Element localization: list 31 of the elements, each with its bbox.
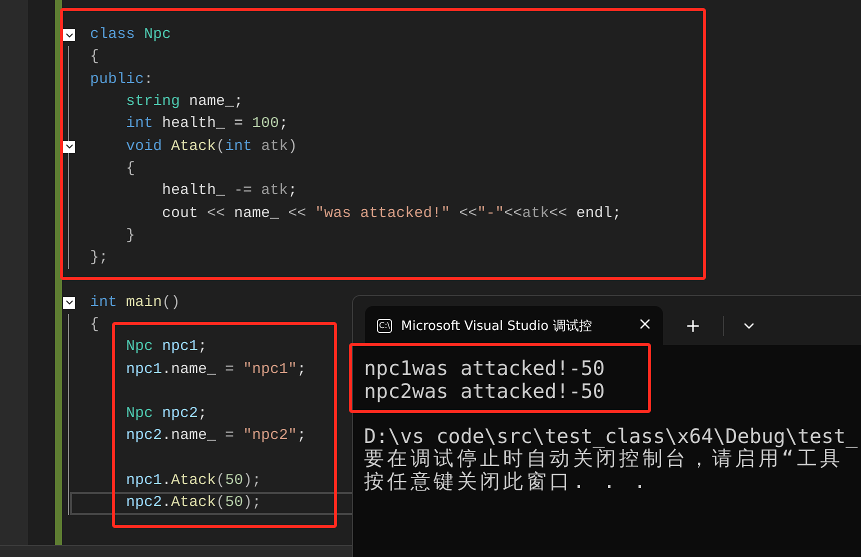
code-line: string name_; xyxy=(125,92,244,112)
code-line: npc1.Atack(50); xyxy=(125,471,262,492)
code-line: int main() xyxy=(90,292,180,313)
console-line: npc1was attacked!-50 xyxy=(364,357,605,380)
code-line: } xyxy=(125,226,136,246)
code-line: }; xyxy=(90,248,108,268)
tab-title: Microsoft Visual Studio 调试控 xyxy=(400,318,593,334)
code-line: { xyxy=(90,315,100,335)
plus-icon xyxy=(684,317,702,335)
console-line: D:\vs code\src\test_class\x64\Debug\test_ xyxy=(364,424,858,447)
fold-toggle[interactable] xyxy=(63,29,75,42)
code-line: Npc npc1; xyxy=(125,337,208,358)
code-line: cout << name_ << "was attacked!" <<"-"<<atk<< endl; xyxy=(161,204,622,224)
code-line: npc1.name_ = "npc1"; xyxy=(125,360,306,380)
code-line: void Atack(int atk) xyxy=(125,136,298,157)
console-line: npc2was attacked!-50 xyxy=(364,380,605,402)
fold-toggle[interactable] xyxy=(63,296,75,309)
terminal-icon: C:\ xyxy=(377,318,392,332)
code-line: { xyxy=(90,47,100,68)
console-line: 要在调试停止时自动关闭控制台，请启用“工具 xyxy=(364,447,844,470)
code-line: class Npc xyxy=(90,25,172,46)
code-line: public: xyxy=(90,70,154,90)
code-line: npc2.name_ = "npc2"; xyxy=(125,426,306,446)
console-line: 按任意键关闭此窗口. . . xyxy=(364,470,650,492)
code-line: npc2.Atack(50); xyxy=(125,493,262,514)
code-line: health_ -= atk; xyxy=(161,181,298,202)
terminal-tab[interactable]: C:\ Microsoft Visual Studio 调试控 xyxy=(365,306,663,345)
code-line: int health_ = 100; xyxy=(125,114,288,134)
code-line: { xyxy=(125,158,136,179)
code-line: Npc npc2; xyxy=(125,404,208,424)
fold-toggle[interactable] xyxy=(63,140,75,153)
